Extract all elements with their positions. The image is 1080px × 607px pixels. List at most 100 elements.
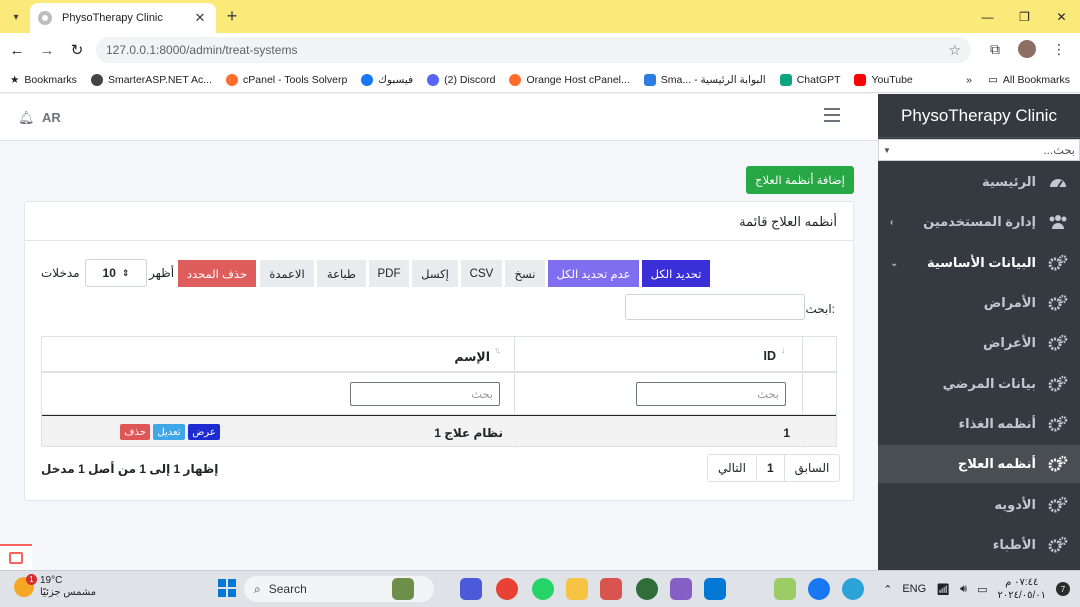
sidebar-item-medicines[interactable]: الأدويه — [878, 486, 1080, 524]
bookmark-item[interactable]: فيسبوك — [361, 73, 413, 86]
window-controls: — ❐ ✕ — [969, 0, 1080, 33]
weather-widget[interactable]: 1 19°C مشمس جزئيًا — [14, 574, 96, 599]
excel-button[interactable]: إكسل — [412, 260, 458, 287]
table-row[interactable]: حذف تعديل عرض نظام علاج 1 1 — [42, 415, 836, 446]
print-button[interactable]: طباعة — [317, 260, 366, 287]
heidisql-icon[interactable] — [636, 578, 658, 600]
bookmark-item[interactable]: ★ Bookmarks — [10, 74, 77, 86]
deselect-all-button[interactable]: عدم تحديد الكل — [548, 260, 639, 287]
columns-button[interactable]: الاعمدة — [260, 260, 314, 287]
bookmark-star-icon[interactable]: ☆ — [948, 42, 961, 59]
hamburger-menu-icon[interactable] — [824, 108, 840, 126]
bookmark-item[interactable]: Sma... - البوابة الرئيسية — [643, 73, 766, 86]
length-entries-label: مدخلات — [41, 266, 80, 280]
column-header-id[interactable]: ↓ ID — [515, 337, 802, 373]
new-tab-icon[interactable]: + — [222, 6, 242, 26]
csv-button[interactable]: CSV — [461, 260, 502, 287]
pagination-current-page[interactable]: 1 — [755, 455, 784, 481]
bookmarks-bar: ★ Bookmarks SmarterASP.NET Ac... cPanel -… — [0, 67, 1080, 93]
meet-icon[interactable] — [460, 578, 482, 600]
file-explorer-icon[interactable] — [566, 578, 588, 600]
sidebar-item-basic-data[interactable]: ⌄ البيانات الأساسية — [878, 244, 1080, 282]
bookmark-item[interactable]: (2) Discord — [427, 73, 495, 86]
view-row-button[interactable]: عرض — [188, 424, 220, 440]
copy-button[interactable]: نسخ — [505, 260, 545, 287]
vscode-icon[interactable] — [704, 578, 726, 600]
debugbar-toggle-icon[interactable] — [0, 544, 32, 570]
browser-tab-bar: ▾ PhysoTherapy Clinic ✕ + — ❐ ✕ — [0, 0, 1080, 33]
language-switch[interactable]: AR — [42, 110, 61, 125]
bookmark-item[interactable]: Orange Host cPanel... — [509, 73, 630, 86]
all-bookmarks[interactable]: ▭ All Bookmarks — [988, 74, 1070, 86]
smarterasp-icon — [90, 73, 103, 86]
tab-close-icon[interactable]: ✕ — [192, 10, 208, 26]
pagination-prev[interactable]: السابق — [783, 455, 840, 481]
battery-icon[interactable]: ▭ — [977, 583, 987, 596]
add-treat-system-button[interactable]: إضافة أنظمة العلاج — [746, 166, 854, 194]
pdf-button[interactable]: PDF — [369, 260, 409, 287]
profile-avatar[interactable] — [1018, 40, 1036, 58]
restore-icon[interactable]: ❐ — [1006, 0, 1043, 33]
column-header-name[interactable]: ↑↓ الإسم — [42, 337, 514, 373]
delete-row-button[interactable]: حذف — [120, 424, 150, 440]
chevron-down-icon: ▼ — [883, 145, 891, 155]
android-icon[interactable] — [774, 578, 796, 600]
gears-icon — [1048, 334, 1068, 351]
system-tray: ⌃ ENG 📶︎ 🔊︎ ▭ ٠٧:٤٤ م ٢٠٢٤/٠٥/٠١ 7 — [883, 576, 1070, 602]
bookmark-item[interactable]: YouTube — [854, 73, 913, 86]
forward-arrow-icon[interactable]: → — [34, 37, 60, 63]
id-filter-input[interactable]: بحث — [636, 382, 786, 406]
notification-count[interactable]: 7 — [1056, 582, 1070, 596]
gears-icon — [1048, 496, 1068, 513]
users-icon — [1049, 215, 1067, 229]
browser-tab[interactable]: PhysoTherapy Clinic ✕ — [30, 3, 216, 33]
tray-overflow-icon[interactable]: ⌃ — [883, 583, 892, 596]
address-bar[interactable]: i 127.0.0.1:8000/admin/treat-systems ☆ — [96, 37, 971, 311]
more-bookmarks-icon[interactable]: » — [966, 74, 972, 86]
globe-app-icon[interactable] — [842, 578, 864, 600]
windows-start-icon[interactable] — [218, 579, 236, 597]
screenshot-tool-icon[interactable] — [600, 578, 622, 600]
widget-landscape-icon[interactable] — [392, 578, 414, 600]
browser-menu-icon[interactable]: ⋮ — [1048, 38, 1070, 60]
minimize-icon[interactable]: — — [969, 0, 1006, 33]
facebook-app-icon[interactable] — [808, 578, 830, 600]
clock[interactable]: ٠٧:٤٤ م ٢٠٢٤/٠٥/٠١ — [997, 576, 1046, 602]
brand-title[interactable]: PhysoTherapy Clinic — [878, 94, 1080, 138]
whatsapp-icon[interactable] — [532, 578, 554, 600]
bell-icon[interactable]: 🔔︎ — [18, 110, 35, 126]
chrome-icon[interactable] — [496, 578, 518, 600]
reload-icon[interactable]: ↻ — [64, 37, 90, 63]
length-show-label: أظهر — [149, 266, 175, 280]
sidebar-search-input[interactable]: ▼ بحث... — [878, 139, 1080, 161]
sidebar-item-treat-systems[interactable]: أنظمه العلاج — [878, 445, 1080, 483]
edit-row-button[interactable]: تعديل — [153, 424, 185, 440]
delete-selected-button[interactable]: حذف المحدد — [178, 260, 256, 287]
bookmark-item[interactable]: SmarterASP.NET Ac... — [90, 73, 212, 86]
pagination-next[interactable]: التالي — [708, 455, 756, 481]
bookmark-item[interactable]: ChatGPT — [779, 73, 840, 86]
dashboard-icon — [1050, 179, 1066, 188]
bookmark-item[interactable]: cPanel - Tools Solverp — [226, 73, 347, 86]
sidebar-item-patients[interactable]: بيانات المرضي — [878, 365, 1080, 403]
table-search-input[interactable] — [625, 294, 805, 320]
tab-search-icon[interactable]: ▾ — [6, 7, 26, 27]
extensions-icon[interactable]: ⧉ — [984, 38, 1006, 60]
close-window-icon[interactable]: ✕ — [1043, 0, 1080, 33]
sidebar-item-food-systems[interactable]: أنظمه الغذاء — [878, 405, 1080, 443]
table-info: إظهار 1 إلى 1 من أصل 1 مدخل — [41, 462, 219, 476]
sidebar-item-doctors[interactable]: الأطباء — [878, 526, 1080, 564]
name-filter-input[interactable]: بحث — [350, 382, 500, 406]
page-length-select[interactable]: 10 ⇕ — [85, 259, 147, 287]
sidebar-item-users[interactable]: ‹ إدارة المستخدمين — [878, 203, 1080, 241]
visual-studio-icon[interactable] — [670, 578, 692, 600]
sidebar-item-diseases[interactable]: الأمراض — [878, 284, 1080, 322]
back-arrow-icon[interactable]: ← — [4, 37, 30, 63]
wifi-icon[interactable]: 📶︎ — [936, 583, 950, 596]
sidebar-item-symptoms[interactable]: الأعراض — [878, 324, 1080, 362]
input-language[interactable]: ENG — [902, 583, 926, 595]
sidebar-item-home[interactable]: الرئيسية — [878, 163, 1080, 201]
youtube-icon — [854, 73, 867, 86]
select-all-button[interactable]: تحديد الكل — [642, 260, 710, 287]
volume-icon[interactable]: 🔊︎ — [960, 583, 967, 596]
